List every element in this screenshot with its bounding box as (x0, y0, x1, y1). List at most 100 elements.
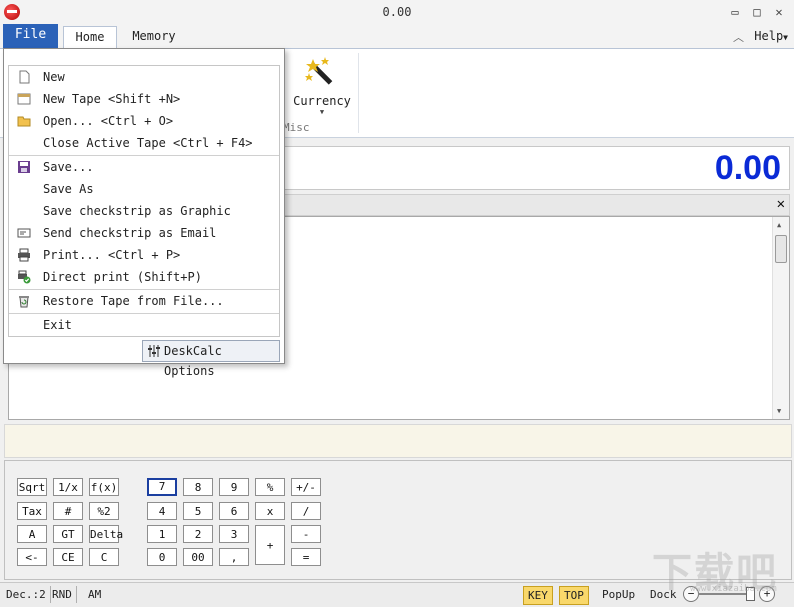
help-label: Help (754, 29, 784, 43)
key-reciprocal[interactable]: 1/x (53, 478, 83, 496)
menu-item-label: Save... (43, 160, 94, 174)
menu-separator (9, 313, 279, 314)
key-6[interactable]: 6 (219, 502, 249, 520)
status-rounding[interactable]: RND (48, 586, 77, 603)
menu-item-label: Open... <Ctrl + O> (43, 114, 174, 128)
key-00[interactable]: 00 (183, 548, 213, 566)
key-gt[interactable]: GT (53, 525, 83, 543)
menu-item-label: Restore Tape from File... (43, 294, 224, 308)
menu-item-send-email[interactable]: Send checkstrip as Email (9, 223, 279, 243)
ribbon-tab-row: File Home Memory ︿ Help▼ (0, 24, 794, 49)
deskcalc-options-label: DeskCalc Options (164, 344, 222, 378)
caret-down-icon: ▼ (783, 33, 788, 42)
magic-wand-icon (305, 57, 333, 85)
tab-home[interactable]: Home (63, 26, 117, 49)
key-plus[interactable]: + (255, 525, 285, 565)
key-multiply[interactable]: x (255, 502, 285, 520)
key-7[interactable]: 7 (147, 478, 177, 496)
menu-item-close-tape[interactable]: Close Active Tape <Ctrl + F4> (9, 133, 279, 153)
key-tax[interactable]: Tax (17, 502, 47, 520)
status-mode[interactable]: AM (84, 586, 105, 603)
menu-item-label: Send checkstrip as Email (43, 226, 217, 240)
status-key[interactable]: KEY (523, 586, 553, 605)
menu-item-open[interactable]: Open... <Ctrl + O> (9, 111, 279, 131)
file-menu: New New Tape <Shift +N> Open... <Ctrl + … (3, 48, 285, 378)
minimize-icon[interactable]: ▭ (728, 6, 742, 18)
window-title: 0.00 (382, 5, 412, 19)
key-fx[interactable]: f(x) (89, 478, 119, 496)
scroll-down-icon[interactable]: ▼ (777, 407, 781, 415)
menu-item-label: Direct print (Shift+P) (43, 270, 202, 284)
menu-separator (9, 155, 279, 156)
key-0[interactable]: 0 (147, 548, 177, 566)
key-backspace[interactable]: <- (17, 548, 47, 566)
key-2[interactable]: 2 (183, 525, 213, 543)
key-4[interactable]: 4 (147, 502, 177, 520)
key-sqrt[interactable]: Sqrt (17, 478, 47, 496)
printer-icon (18, 248, 30, 262)
scroll-up-icon[interactable]: ▲ (777, 221, 781, 229)
watermark-url: www.xiazaiba.com (690, 584, 777, 594)
key-a[interactable]: A (17, 525, 47, 543)
close-icon[interactable]: ✕ (772, 6, 786, 18)
key-equals[interactable]: = (291, 548, 321, 566)
menu-separator (9, 289, 279, 290)
status-decimals[interactable]: Dec.:2 (2, 586, 51, 603)
menu-item-label: New (43, 70, 65, 84)
new-file-icon (19, 70, 30, 84)
key-comma[interactable]: , (219, 548, 249, 566)
deskcalc-options-button[interactable]: DeskCalc Options (142, 340, 280, 378)
key-c[interactable]: C (89, 548, 119, 566)
menu-item-save[interactable]: Save... (9, 157, 279, 177)
menu-item-new[interactable]: New (9, 67, 279, 87)
key-delta[interactable]: Delta (89, 525, 123, 543)
menu-item-new-tape[interactable]: New Tape <Shift +N> (9, 89, 279, 109)
collapse-ribbon-icon[interactable]: ︿ (733, 29, 744, 45)
menu-item-label: New Tape <Shift +N> (43, 92, 181, 106)
menu-item-print[interactable]: Print... <Ctrl + P> (9, 245, 279, 265)
email-icon (17, 228, 31, 238)
tab-memory[interactable]: Memory (122, 26, 186, 48)
key-percent[interactable]: % (255, 478, 285, 496)
menu-item-label: Print... <Ctrl + P> (43, 248, 181, 262)
currency-label: Currency (293, 94, 351, 108)
scroll-thumb[interactable] (775, 235, 787, 263)
file-menu-list: New New Tape <Shift +N> Open... <Ctrl + … (8, 65, 280, 337)
currency-button[interactable]: Currency ▼ (292, 55, 352, 121)
key-8[interactable]: 8 (183, 478, 213, 496)
key-plus-minus[interactable]: +/- (291, 478, 321, 496)
key-minus[interactable]: - (291, 525, 321, 543)
ribbon-group-misc: Misc (283, 121, 310, 134)
status-top[interactable]: TOP (559, 586, 589, 605)
menu-item-label: Save checkstrip as Graphic (43, 204, 231, 218)
tab-file[interactable]: File (3, 24, 58, 48)
help-menu[interactable]: Help▼ (754, 29, 788, 43)
menu-item-label: Save As (43, 182, 94, 196)
key-percent2[interactable]: %2 (89, 502, 119, 520)
key-divide[interactable]: / (291, 502, 321, 520)
key-ce[interactable]: CE (53, 548, 83, 566)
close-tape-icon[interactable]: ✕ (777, 196, 785, 212)
key-9[interactable]: 9 (219, 478, 249, 496)
menu-item-save-graphic[interactable]: Save checkstrip as Graphic (9, 201, 279, 221)
menu-item-exit[interactable]: Exit (9, 315, 279, 335)
direct-print-icon (18, 270, 31, 284)
menu-item-restore-tape[interactable]: Restore Tape from File... (9, 291, 279, 311)
title-bar: 0.00 ▭ □ ✕ (0, 0, 794, 24)
menu-item-label: Close Active Tape <Ctrl + F4> (43, 136, 253, 150)
folder-open-icon (17, 116, 31, 127)
tape-scrollbar[interactable]: ▲ ▼ (772, 217, 789, 419)
menu-item-label: Exit (43, 318, 72, 332)
key-1[interactable]: 1 (147, 525, 177, 543)
menu-item-direct-print[interactable]: Direct print (Shift+P) (9, 267, 279, 287)
restore-icon (19, 296, 29, 308)
new-tape-icon (17, 93, 31, 105)
key-3[interactable]: 3 (219, 525, 249, 543)
sliders-icon (148, 345, 160, 357)
key-5[interactable]: 5 (183, 502, 213, 520)
maximize-icon[interactable]: □ (750, 6, 764, 18)
menu-item-save-as[interactable]: Save As (9, 179, 279, 199)
save-icon (18, 161, 30, 173)
key-hash[interactable]: # (53, 502, 83, 520)
status-popup[interactable]: PopUp (598, 586, 639, 603)
